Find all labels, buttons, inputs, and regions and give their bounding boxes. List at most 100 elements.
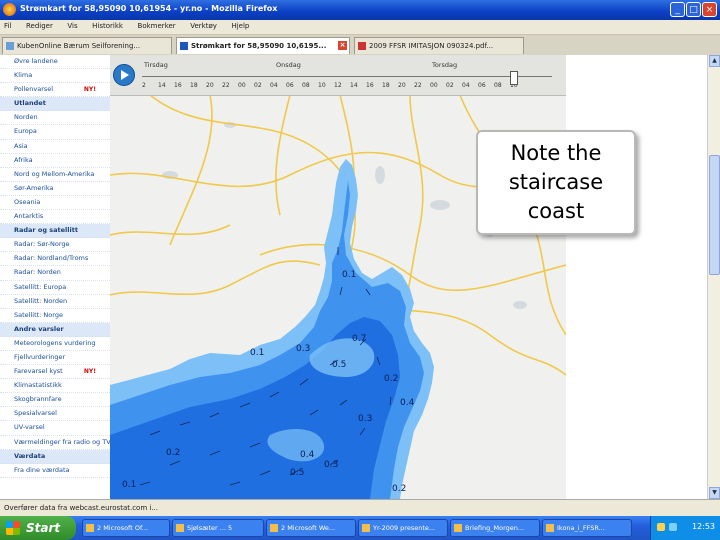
map-label: 0.1 xyxy=(122,480,136,490)
page-favicon-icon xyxy=(6,42,14,50)
tab-kubenonline[interactable]: KubenOnline Bærum Seilforening... xyxy=(2,37,172,54)
network-icon[interactable] xyxy=(669,523,677,531)
sidebar-nav: Øvre landene Klima Pollenvarsel NY! Utlandet… xyxy=(0,55,111,499)
sidebar-item-label: Radar: Sør-Norge xyxy=(14,240,70,249)
sidebar-item-label: Satellitt: Norden xyxy=(14,296,68,305)
taskbar-item[interactable]: 2 Microsoft Of... xyxy=(82,519,170,537)
scroll-down-icon[interactable]: ▼ xyxy=(709,487,720,499)
sidebar-item-label: Satellitt: Europa xyxy=(14,282,67,291)
menu-tools[interactable]: Verktøy xyxy=(190,22,217,30)
close-window-button[interactable]: × xyxy=(702,2,717,17)
menu-view[interactable]: Vis xyxy=(67,22,77,30)
sidebar-item[interactable]: Klimastatistikk xyxy=(0,379,110,394)
taskbar-item[interactable]: Sjølsæter ... 5 xyxy=(172,519,264,537)
taskbar-item[interactable]: 2 Microsoft We... xyxy=(266,519,356,537)
app-icon xyxy=(86,524,94,532)
hour-tick-label: 2 xyxy=(142,82,146,89)
hour-tick-label: 02 xyxy=(254,82,262,89)
current-map[interactable]: 0.1 0.3 0.5 0.7 0.2 0.4 0.3 0.1 0.2 0.4 … xyxy=(110,55,566,499)
taskbar-item[interactable]: Yr-2009 presente... xyxy=(358,519,448,537)
tray-icon[interactable] xyxy=(657,523,665,531)
right-pane xyxy=(566,55,707,499)
sidebar-item[interactable]: Skogbrannfare xyxy=(0,393,110,408)
scroll-up-icon[interactable]: ▲ xyxy=(709,55,720,67)
sidebar-item[interactable]: UV-varsel xyxy=(0,421,110,436)
menu-file[interactable]: Fil xyxy=(4,22,11,30)
day-label-tuesday: Tirsdag xyxy=(144,61,168,69)
menu-edit[interactable]: Rediger xyxy=(26,22,53,30)
sidebar-item[interactable]: Meteorologens vurdering xyxy=(0,337,110,351)
tab-stromkart[interactable]: Strømkart for 58,95090 10,6195... × xyxy=(176,37,350,54)
day-label-wednesday: Onsdag xyxy=(276,61,301,69)
sidebar-item[interactable]: Pollenvarsel NY! xyxy=(0,83,110,98)
sidebar-item[interactable]: Satellitt: Norden xyxy=(0,295,110,309)
sidebar-item[interactable]: Fjellvurderinger xyxy=(0,351,110,366)
sidebar-item[interactable]: Satellitt: Europa xyxy=(0,281,110,295)
maximize-button[interactable]: □ xyxy=(686,2,701,17)
sidebar-item-label: Meteorologens vurdering xyxy=(14,338,96,347)
sidebar-item-label: Radar: Nordland/Troms xyxy=(14,254,89,263)
timeline-thumb[interactable] xyxy=(510,71,518,85)
sidebar-item[interactable]: Fra dine værdata xyxy=(0,464,110,478)
sidebar-item[interactable]: Radar: Norden xyxy=(0,266,110,281)
hour-tick-label: 04 xyxy=(270,82,278,89)
sidebar-item[interactable]: Nord og Mellom-Amerika xyxy=(0,168,110,182)
map-canvas: 0.1 0.3 0.5 0.7 0.2 0.4 0.3 0.1 0.2 0.4 … xyxy=(110,55,566,499)
sidebar-item[interactable]: Antarktis xyxy=(0,210,110,225)
sidebar-item[interactable]: Øvre landene xyxy=(0,55,110,70)
minimize-button[interactable]: _ xyxy=(670,2,685,17)
hour-tick-label: 00 xyxy=(238,82,246,89)
sidebar-item[interactable]: Asia xyxy=(0,140,110,154)
taskbar-item[interactable]: Ikona_i_FFSR... xyxy=(542,519,632,537)
sidebar-item-label: Oseania xyxy=(14,197,41,206)
hour-tick-label: 14 xyxy=(350,82,358,89)
hour-tick-label: 08 xyxy=(302,82,310,89)
map-label: 0.3 xyxy=(358,414,372,424)
taskbar-item[interactable]: Briefing_Morgen... xyxy=(450,519,540,537)
sidebar-item-label: Spesialvarsel xyxy=(14,409,57,418)
sidebar-item[interactable]: Europa xyxy=(0,125,110,140)
tab-label: 2009 FFSR IMITASJON 090324.pdf... xyxy=(369,42,494,50)
menu-help[interactable]: Hjelp xyxy=(231,22,249,30)
play-icon[interactable] xyxy=(113,64,135,86)
time-slider[interactable]: Tirsdag Onsdag Torsdag 2 14 16 18 20 22 00 02 04… xyxy=(110,55,566,96)
sidebar-item-label: Nord og Mellom-Amerika xyxy=(14,169,95,178)
sidebar-item-label: Farevarsel kyst xyxy=(14,367,63,376)
sidebar-item[interactable]: Radar: Nordland/Troms xyxy=(0,252,110,267)
clock: 12:53 xyxy=(691,522,715,531)
sidebar-item[interactable]: Klima xyxy=(0,69,110,84)
start-button[interactable]: Start xyxy=(0,516,76,540)
hour-tick-label: 06 xyxy=(286,82,294,89)
sidebar-item[interactable]: Satellitt: Norge xyxy=(0,309,110,323)
taskbar-item-label: 2 Microsoft We... xyxy=(281,524,336,532)
scroll-thumb[interactable] xyxy=(709,155,720,275)
sidebar-item[interactable]: Radar: Sør-Norge xyxy=(0,238,110,253)
menu-history[interactable]: Historikk xyxy=(92,22,123,30)
taskbar-item-label: 2 Microsoft Of... xyxy=(97,524,148,532)
hour-tick-label: 16 xyxy=(366,82,374,89)
sidebar-item[interactable]: Afrika xyxy=(0,154,110,168)
new-badge: NY! xyxy=(83,86,96,94)
status-text: Overfører data fra webcast.eurostat.com … xyxy=(4,504,158,512)
sidebar-item[interactable]: Spesialvarsel xyxy=(0,407,110,422)
sidebar-item[interactable]: Værmeldinger fra radio og TV xyxy=(0,436,110,450)
hour-tick-label: 20 xyxy=(398,82,406,89)
menu-bookmarks[interactable]: Bokmerker xyxy=(138,22,176,30)
hour-tick-label: 22 xyxy=(222,82,230,89)
sidebar-item[interactable]: Oseania xyxy=(0,196,110,211)
annotation-callout: Note the staircase coast xyxy=(476,130,636,235)
vertical-scrollbar[interactable]: ▲ ▼ xyxy=(707,55,720,499)
map-label: 0.7 xyxy=(352,334,366,344)
sidebar-item[interactable]: Sør-Amerika xyxy=(0,182,110,196)
map-label: 0.1 xyxy=(250,348,264,358)
timeline-track[interactable] xyxy=(142,76,552,77)
sidebar-item-label: Asia xyxy=(14,141,28,150)
windows-logo-icon xyxy=(6,521,20,535)
tab-close-icon[interactable]: × xyxy=(338,41,347,50)
sidebar-item-label: Klimastatistikk xyxy=(14,381,62,390)
map-label: 0.4 xyxy=(300,450,315,460)
map-label: 0.3 xyxy=(324,460,338,470)
sidebar-item[interactable]: Norden xyxy=(0,111,110,126)
tab-pdf[interactable]: 2009 FFSR IMITASJON 090324.pdf... xyxy=(354,37,524,54)
sidebar-item[interactable]: Farevarsel kyst NY! xyxy=(0,365,110,380)
